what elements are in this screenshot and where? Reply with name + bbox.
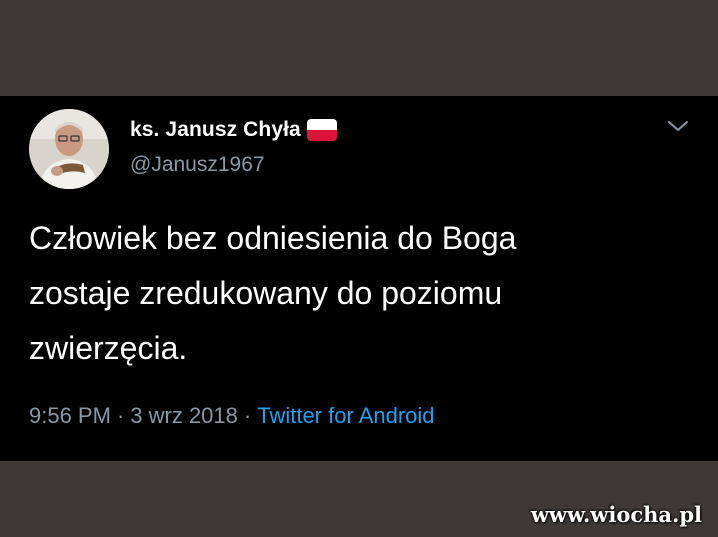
tweet-source-link[interactable]: Twitter for Android: [257, 403, 434, 428]
poland-flag-icon: [306, 119, 337, 141]
tweet-time[interactable]: 9:56 PM: [29, 403, 111, 428]
tweet-text: Człowiek bez odniesienia do Boga zostaje…: [29, 220, 517, 366]
meta-separator: ·: [243, 403, 252, 428]
tweet-date[interactable]: 3 wrz 2018: [130, 403, 238, 428]
tweet-meta: 9:56 PM · 3 wrz 2018 · Twitter for Android: [29, 403, 435, 429]
display-name[interactable]: ks. Janusz Chyła: [130, 118, 301, 142]
page: ks. Janusz Chyła @Janusz1967 Człowiek be…: [0, 0, 718, 537]
meta-separator: ·: [116, 403, 125, 428]
display-name-row[interactable]: ks. Janusz Chyła: [130, 116, 337, 144]
watermark: www.wiocha.pl: [530, 502, 702, 527]
avatar[interactable]: [29, 109, 109, 189]
user-handle[interactable]: @Janusz1967: [130, 153, 265, 177]
chevron-down-icon[interactable]: [665, 116, 691, 136]
tweet-card[interactable]: ks. Janusz Chyła @Janusz1967 Człowiek be…: [0, 96, 718, 461]
